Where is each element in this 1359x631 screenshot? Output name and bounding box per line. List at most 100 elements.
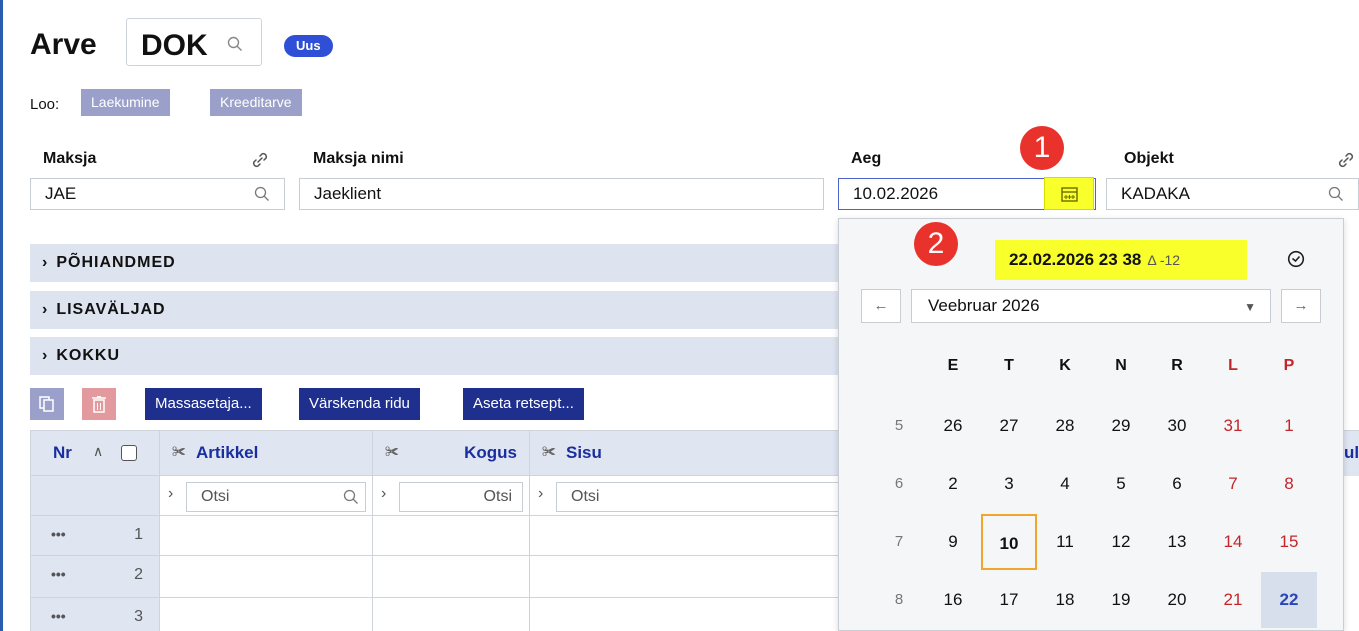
cell[interactable] [530,556,840,598]
maksja-value: JAE [45,184,77,203]
calendar-day[interactable]: 11 [1037,514,1093,570]
calendar-day[interactable]: 6 [1149,456,1205,512]
calendar-day[interactable]: 30 [1149,398,1205,454]
maksja-field[interactable]: JAE [30,178,285,210]
trash-icon [92,396,106,413]
calendar-day[interactable]: 26 [925,398,981,454]
delete-button[interactable] [82,388,116,420]
search-icon[interactable] [254,186,270,202]
section-title: LISAVÄLJAD [56,301,166,318]
calendar-day[interactable]: 28 [1037,398,1093,454]
calendar-day[interactable]: 17 [981,572,1037,628]
link-icon[interactable] [1336,150,1356,170]
column-header-kogus[interactable]: ✀ Kogus [373,430,530,476]
calendar-day[interactable]: 18 [1037,572,1093,628]
select-all-checkbox[interactable] [121,445,137,461]
cell[interactable] [373,516,530,556]
section-lisavaljad[interactable]: › LISAVÄLJAD [30,291,840,329]
doc-code-field[interactable]: DOK [126,18,262,66]
filter-sisu[interactable]: › Otsi [530,476,840,516]
row-menu-icon[interactable]: ••• [51,566,66,582]
cell[interactable] [373,556,530,598]
wrench-icon: ✀ [172,443,186,459]
varskenda-ridu-button[interactable]: Värskenda ridu [299,388,420,420]
maksja-label: Maksja [43,150,97,167]
massasetaja-button[interactable]: Massasetaja... [145,388,262,420]
filter-input[interactable]: Otsi [186,482,366,512]
calendar-button[interactable] [1044,177,1094,210]
week-number: 5 [894,417,904,434]
cell[interactable] [530,598,840,631]
cell[interactable] [160,598,373,631]
calendar-day[interactable]: 31 [1205,398,1261,454]
calendar-day[interactable]: 14 [1205,514,1261,570]
table-row[interactable]: ••• 1 [30,516,160,556]
aseta-retsept-button[interactable]: Aseta retsept... [463,388,584,420]
link-icon[interactable] [250,150,270,170]
calendar-day[interactable]: 22 [1261,572,1317,628]
chevron-right-icon: › [42,301,49,318]
calendar-day[interactable]: 19 [1093,572,1149,628]
time-delta: Δ -12 [1147,252,1181,268]
filter-input[interactable]: Otsi [556,482,840,512]
create-kreeditarve-button[interactable]: Kreeditarve [210,89,302,116]
search-icon[interactable] [343,489,359,505]
cell[interactable] [160,516,373,556]
calendar-day[interactable]: 3 [981,456,1037,512]
calendar-day[interactable]: 5 [1093,456,1149,512]
chevron-right-icon[interactable]: › [538,485,543,503]
calendar-day[interactable]: 13 [1149,514,1205,570]
current-datetime-button[interactable]: 22.02.2026 23 38 Δ -12 [995,240,1247,280]
table-row[interactable]: ••• 2 [30,556,160,598]
next-month-button[interactable]: → [1281,289,1321,323]
column-label: Kogus [464,443,517,462]
wrench-icon: ✀ [542,443,556,459]
calendar-day[interactable]: 9 [925,514,981,570]
calendar-day[interactable]: 10 [981,514,1037,570]
calendar-day[interactable]: 16 [925,572,981,628]
objekt-value: KADAKA [1121,184,1190,203]
month-select[interactable]: Veebruar 2026 ▼ [911,289,1271,323]
cell[interactable] [373,598,530,631]
maksja-nimi-field[interactable]: Jaeklient [299,178,824,210]
row-menu-icon[interactable]: ••• [51,526,66,542]
calendar-day[interactable]: 20 [1149,572,1205,628]
section-pohiandmed[interactable]: › PÕHIANDMED [30,244,840,282]
calendar-day[interactable]: 21 [1205,572,1261,628]
filter-input[interactable]: Otsi [399,482,523,512]
table-row[interactable]: ••• 3 [30,598,160,631]
calendar-day[interactable]: 27 [981,398,1037,454]
calendar-day[interactable]: 7 [1205,456,1261,512]
weekday-label: T [1004,357,1014,374]
search-icon[interactable] [227,36,243,52]
chevron-right-icon[interactable]: › [168,485,173,503]
calendar-day[interactable]: 1 [1261,398,1317,454]
create-laekumine-button[interactable]: Laekumine [81,89,170,116]
callout-2: 2 [914,222,958,266]
column-header-nr[interactable]: Nr ∧ [30,430,160,476]
clock-icon[interactable] [1287,250,1305,268]
column-header-sisu[interactable]: ✀ Sisu [530,430,840,476]
row-menu-icon[interactable]: ••• [51,608,66,624]
calendar-day[interactable]: 12 [1093,514,1149,570]
calendar-day[interactable]: 8 [1261,456,1317,512]
prev-month-button[interactable]: ← [861,289,901,323]
cell[interactable] [530,516,840,556]
cell[interactable] [160,556,373,598]
filter-kogus[interactable]: › Otsi [373,476,530,516]
calendar-day[interactable]: 4 [1037,456,1093,512]
objekt-field[interactable]: KADAKA [1106,178,1359,210]
sort-up-icon[interactable]: ∧ [93,443,103,460]
column-header-artikkel[interactable]: ✀ Artikkel [160,430,373,476]
chevron-right-icon[interactable]: › [381,485,386,503]
calendar-day[interactable]: 29 [1093,398,1149,454]
search-icon[interactable] [1328,186,1344,202]
section-kokku[interactable]: › KOKKU [30,337,840,375]
section-title: PÕHIANDMED [56,254,176,271]
copy-button[interactable] [30,388,64,420]
doc-code: DOK [141,29,208,62]
calendar-day[interactable]: 15 [1261,514,1317,570]
filter-artikkel[interactable]: › Otsi [160,476,373,516]
calendar-day[interactable]: 2 [925,456,981,512]
row-number: 3 [134,608,143,625]
